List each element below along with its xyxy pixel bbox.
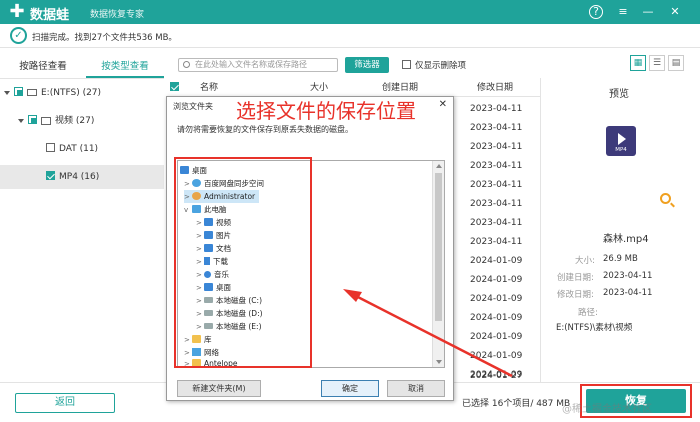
drive-icon bbox=[27, 89, 37, 96]
mp4-checkbox[interactable] bbox=[46, 171, 55, 180]
table-cell-date: 2023-04-11 bbox=[470, 218, 523, 228]
path-value: E:(NTFS)\素材\视频 bbox=[556, 323, 633, 333]
path-label: 路径: bbox=[578, 308, 598, 318]
dialog-message: 请勿将需要恢复的文件保存到原丢失数据的磁盘。 bbox=[177, 125, 353, 134]
close-icon[interactable]: ✕ bbox=[667, 4, 683, 20]
minimize-icon[interactable]: — bbox=[640, 4, 656, 20]
select-all-checkbox[interactable] bbox=[170, 80, 183, 96]
scroll-thumb[interactable] bbox=[435, 173, 442, 321]
title-bar: ✚ 数据蛙 数据恢复专家 ? ≡ — ✕ bbox=[0, 0, 700, 24]
filter-button[interactable]: 筛选器 bbox=[345, 57, 389, 73]
scan-status-text: 扫描完成。找到27个文件共536 MB。 bbox=[32, 33, 177, 43]
tree-item-label: E:(NTFS) (27) bbox=[41, 88, 102, 98]
cancel-button[interactable]: 取消 bbox=[387, 380, 445, 397]
search-icon bbox=[183, 61, 190, 68]
header-checkbox[interactable] bbox=[170, 82, 179, 91]
watermark: @稀土掘金技术社区 bbox=[562, 404, 652, 415]
preview-divider bbox=[540, 78, 541, 382]
chevron-down-icon[interactable] bbox=[4, 90, 10, 95]
tree-item-label: DAT (11) bbox=[59, 144, 99, 154]
deleted-only-checkbox[interactable] bbox=[402, 60, 411, 69]
back-button[interactable]: 返回 bbox=[15, 393, 115, 413]
table-cell-date: 2024-01-09 bbox=[470, 294, 523, 304]
column-header-modified[interactable]: 修改日期 bbox=[477, 80, 513, 96]
play-icon bbox=[618, 133, 626, 145]
tree-item-label: 视频 (27) bbox=[55, 116, 95, 126]
tree-item-label: MP4 (16) bbox=[59, 172, 100, 182]
tree-item-drive[interactable]: E:(NTFS) (27) bbox=[4, 84, 164, 102]
check-circle-icon: ✓ bbox=[10, 27, 27, 44]
table-cell-date: 2024-01-09 bbox=[470, 313, 523, 323]
deleted-only-label: 仅显示删除项 bbox=[415, 61, 467, 71]
drive-checkbox[interactable] bbox=[14, 87, 23, 96]
search-input[interactable]: 在此处输入文件名称或保存路径 bbox=[178, 58, 338, 72]
table-cell-date: 2023-04-11 bbox=[470, 180, 523, 190]
folder-highlight-box bbox=[174, 157, 312, 368]
size-label: 大小: bbox=[575, 256, 595, 266]
tree-item-mp4[interactable]: MP4 (16) bbox=[0, 165, 164, 189]
tab-by-path[interactable]: 按路径查看 bbox=[0, 56, 86, 78]
column-header-name[interactable]: 名称 bbox=[200, 80, 218, 96]
view-mode-switch: ▦ ☰ ▤ bbox=[630, 55, 685, 71]
grid-view-icon[interactable]: ▦ bbox=[630, 55, 646, 71]
folder-tree-scrollbar[interactable] bbox=[432, 161, 444, 367]
menu-icon[interactable]: ≡ bbox=[615, 4, 631, 20]
table-cell-date: 2023-04-11 bbox=[470, 104, 523, 114]
table-cell-date: 2023-04-11 bbox=[470, 199, 523, 209]
column-header-created[interactable]: 创建日期 bbox=[382, 80, 418, 96]
table-cell-date: 2023-04-11 bbox=[470, 237, 523, 247]
dialog-close-icon[interactable]: ✕ bbox=[439, 99, 447, 110]
dat-checkbox[interactable] bbox=[46, 143, 55, 152]
mp4-file-icon bbox=[606, 126, 636, 156]
app-logo-icon: ✚ bbox=[9, 1, 25, 22]
app-name: 数据蛙 bbox=[30, 8, 70, 23]
tabs-divider bbox=[0, 78, 164, 79]
list-view-icon[interactable]: ☰ bbox=[649, 55, 665, 71]
detail-view-icon[interactable]: ▤ bbox=[668, 55, 684, 71]
ok-button[interactable]: 确定 bbox=[321, 380, 379, 397]
preview-title: 预览 bbox=[609, 89, 629, 100]
table-cell-date: 2024-01-09 bbox=[470, 351, 523, 361]
table-cell-date: 2024-01-09 bbox=[470, 332, 523, 342]
modified-value: 2023-04-11 bbox=[603, 288, 653, 298]
annotation-text: 选择文件的保存位置 bbox=[236, 99, 416, 123]
deleted-only-toggle[interactable]: 仅显示删除项 bbox=[402, 59, 466, 71]
video-folder-icon bbox=[41, 116, 51, 125]
view-tabs: 按路径查看 按类型查看 bbox=[0, 56, 164, 78]
size-value: 26.9 MB bbox=[603, 254, 638, 264]
tree-item-dat[interactable]: DAT (11) bbox=[46, 140, 164, 158]
chevron-down-icon[interactable] bbox=[18, 118, 24, 123]
scroll-up-icon[interactable] bbox=[436, 164, 442, 168]
tree-item-video[interactable]: 视频 (27) bbox=[18, 112, 164, 130]
new-folder-button[interactable]: 新建文件夹(M) bbox=[177, 380, 261, 397]
selected-summary: 已选择 16个项目/ 487 MB bbox=[462, 399, 571, 409]
table-cell-date: 2024-01-09 bbox=[470, 275, 523, 285]
table-cell-date: 2023-04-11 bbox=[470, 161, 523, 171]
tab-by-type[interactable]: 按类型查看 bbox=[86, 56, 164, 78]
created-value: 2023-04-11 bbox=[603, 271, 653, 281]
scroll-down-icon[interactable] bbox=[436, 360, 442, 364]
dialog-title: 浏览文件夹 bbox=[173, 102, 213, 111]
created-label: 创建日期: bbox=[557, 273, 594, 283]
video-checkbox[interactable] bbox=[28, 115, 37, 124]
column-header-size[interactable]: 大小 bbox=[310, 80, 328, 96]
table-cell-date: 2023-04-11 bbox=[470, 142, 523, 152]
zoom-magnifier-icon[interactable] bbox=[660, 193, 671, 204]
table-cell-date: 2023-04-11 bbox=[470, 123, 523, 133]
app-subtitle: 数据恢复专家 bbox=[90, 10, 145, 20]
table-cell-date: 2024-01-09 bbox=[470, 256, 523, 266]
modified-label: 修改日期: bbox=[557, 290, 594, 300]
preview-file-name: 森林.mp4 bbox=[603, 234, 649, 245]
help-icon[interactable]: ? bbox=[589, 5, 603, 19]
